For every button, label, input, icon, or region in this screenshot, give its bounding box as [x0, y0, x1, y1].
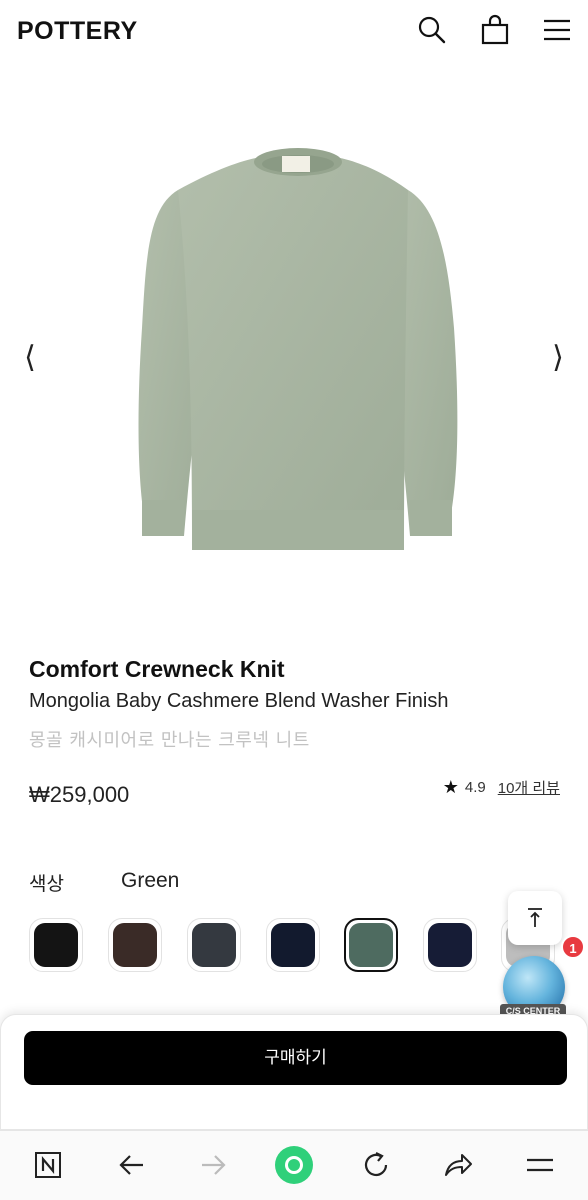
- color-label: 색상: [29, 873, 64, 895]
- product-korean-name: 몽골 캐시미어로 만나는 크루넥 니트: [29, 730, 310, 751]
- share-icon[interactable]: [438, 1145, 478, 1185]
- color-swatch-brown[interactable]: [108, 918, 162, 972]
- arrow-up-icon: [528, 908, 542, 927]
- shopping-bag-icon[interactable]: [479, 14, 511, 46]
- color-swatch-charcoal[interactable]: [187, 918, 241, 972]
- product-price: ₩259,000: [29, 782, 130, 807]
- brand-logo[interactable]: POTTERY: [17, 17, 138, 46]
- color-swatch-green[interactable]: [344, 918, 398, 972]
- product-subtitle: Mongolia Baby Cashmere Blend Washer Fini…: [29, 690, 449, 712]
- browser-toolbar: [0, 1130, 588, 1200]
- product-image: [108, 128, 488, 590]
- refresh-icon[interactable]: [356, 1145, 396, 1185]
- menu-icon[interactable]: [541, 14, 573, 46]
- product-gallery[interactable]: ⟨ ⟩: [0, 110, 588, 610]
- scroll-to-top-button[interactable]: [508, 891, 562, 945]
- forward-icon[interactable]: [194, 1145, 234, 1185]
- back-icon[interactable]: [111, 1145, 151, 1185]
- selected-color-name: Green: [121, 869, 180, 892]
- rating-score: 4.9: [464, 779, 486, 796]
- cs-center-button[interactable]: C/S CENTER: [498, 950, 570, 1022]
- color-swatch-black[interactable]: [29, 918, 83, 972]
- naver-icon[interactable]: [28, 1145, 68, 1185]
- header: POTTERY: [0, 0, 588, 64]
- rating-summary: ★ 4.9 10개 리뷰: [443, 777, 560, 798]
- browser-menu-icon[interactable]: [520, 1145, 560, 1185]
- next-image-icon[interactable]: ⟩: [546, 340, 570, 376]
- search-icon[interactable]: [416, 14, 448, 46]
- purchase-sheet: 구매하기: [0, 1014, 588, 1130]
- product-title: Comfort Crewneck Knit: [29, 656, 285, 682]
- home-green-icon[interactable]: [274, 1145, 314, 1185]
- color-swatch-navy[interactable]: [266, 918, 320, 972]
- notification-badge: 1: [561, 935, 585, 959]
- color-swatch-dark-navy[interactable]: [423, 918, 477, 972]
- prev-image-icon[interactable]: ⟨: [18, 340, 42, 376]
- buy-button[interactable]: 구매하기: [24, 1031, 567, 1085]
- reviews-link[interactable]: 10개 리뷰: [498, 777, 560, 798]
- star-icon: ★: [442, 777, 459, 798]
